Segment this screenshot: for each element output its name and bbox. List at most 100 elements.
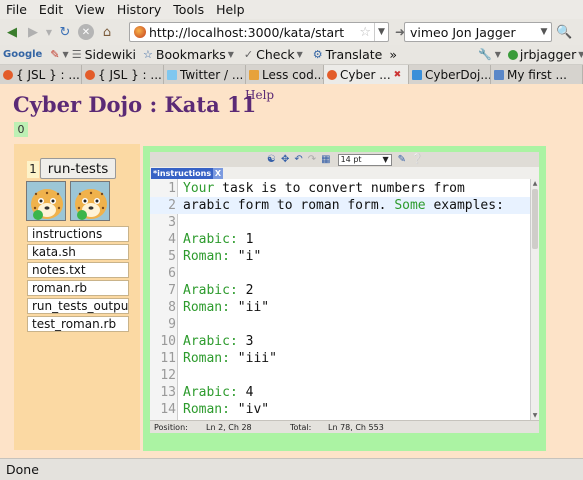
binoculars-icon[interactable]: ☯ <box>267 154 276 165</box>
redo-icon[interactable]: ↷ <box>308 154 316 165</box>
editor-tab[interactable]: *instructions X <box>151 168 223 179</box>
menu-history[interactable]: History <box>117 2 161 17</box>
home-icon[interactable]: ⌂ <box>98 23 116 41</box>
line-number: 5 <box>168 249 176 264</box>
close-icon[interactable]: ✖ <box>394 70 402 80</box>
toolbar-dropdown-icon[interactable]: ▼ <box>63 50 69 59</box>
search-icon[interactable]: 🔍 <box>556 25 572 40</box>
code-line: 9 <box>150 316 530 333</box>
menu-view[interactable]: View <box>75 2 105 17</box>
check-button[interactable]: ✓ Check ▼ <box>244 47 306 62</box>
file-notes-txt[interactable]: notes.txt <box>27 262 129 278</box>
back-icon[interactable]: ◀ <box>3 23 21 41</box>
search-bar[interactable]: vimeo Jon Jagger ▼ <box>404 22 552 42</box>
tab-less-code[interactable]: Less cod... <box>246 65 324 84</box>
edit-icon[interactable]: ✎ <box>398 154 406 165</box>
wrench-icon[interactable]: 🔧 <box>478 48 492 61</box>
font-size-select[interactable]: 14 pt ▼ <box>337 153 392 166</box>
check-label: Check <box>256 47 295 62</box>
code-line: 3 <box>150 214 530 231</box>
line-number: 13 <box>160 385 176 400</box>
code-line: 5 Roman: "i" <box>150 248 530 265</box>
code-editor[interactable]: 1 Your task is to convert numbers from 2 ar… <box>150 179 530 420</box>
left-panel: 1 run-tests instructions kata.sh notes.t… <box>14 144 140 450</box>
tab-cyberdojo[interactable]: CyberDoj... <box>409 65 491 84</box>
keyword: Arabic: <box>183 334 238 349</box>
line-number: 4 <box>168 232 176 247</box>
tab-label: Less cod... <box>262 67 324 82</box>
menu-file[interactable]: File <box>6 2 27 17</box>
bookmarks-button[interactable]: ☆ Bookmarks ▼ <box>143 47 237 62</box>
goto-icon[interactable]: ✥ <box>281 154 289 165</box>
url-input[interactable]: http://localhost:3000/kata/start <box>149 25 359 40</box>
toolbar-options-icon[interactable]: ☰ <box>72 48 82 61</box>
line-text: Arabic: 2 <box>183 282 253 299</box>
tab-cyber-dojo-active[interactable]: Cyber ... ✖ <box>324 65 409 84</box>
code-line: 14 Roman: "iv" <box>150 401 530 418</box>
line-text: Roman: "i" <box>183 248 261 265</box>
tab-my-first[interactable]: My first ... <box>491 65 583 84</box>
file-test-roman-rb[interactable]: test_roman.rb <box>27 316 129 332</box>
close-icon[interactable]: X <box>213 168 223 179</box>
url-bar[interactable]: http://localhost:3000/kata/start ☆ ▼ <box>129 22 389 42</box>
code-line: 8 Roman: "ii" <box>150 299 530 316</box>
scroll-down-icon[interactable]: ▼ <box>531 411 539 420</box>
editor-scrollbar[interactable]: ▲ ▼ <box>530 179 539 420</box>
user-name[interactable]: jrbjagger <box>520 47 576 62</box>
editor-status-bar: Position: Ln 2, Ch 28 Total: Ln 78, Ch 5… <box>150 420 539 433</box>
tab-bar: { JSL } : ... { JSL } : ... Twitter / ..… <box>0 65 583 84</box>
page-content: Cyber Dojo : Kata 11 Help 0 1 run-tests <box>0 84 583 458</box>
bookmark-star-icon[interactable]: ☆ <box>359 25 371 40</box>
reload-icon[interactable]: ↻ <box>56 23 74 41</box>
run-tests-button[interactable]: run-tests <box>40 158 116 179</box>
star-icon: ☆ <box>143 48 153 61</box>
sidewiki-label: Sidewiki <box>84 47 137 62</box>
tab-favicon-icon <box>85 69 95 80</box>
more-chevron[interactable]: » <box>389 47 397 62</box>
line-text: Roman: "iii" <box>183 350 277 367</box>
history-dropdown-icon[interactable]: ▼ <box>45 23 53 41</box>
site-favicon-icon <box>134 26 146 38</box>
file-instructions[interactable]: instructions <box>27 226 129 242</box>
line-number: 9 <box>168 317 176 332</box>
tab-twitter[interactable]: Twitter / ... <box>164 65 246 84</box>
undo-icon[interactable]: ↶ <box>294 154 302 165</box>
scroll-up-icon[interactable]: ▲ <box>531 179 539 188</box>
file-run-tests-output[interactable]: run_tests_output <box>27 298 129 314</box>
text: "i" <box>229 249 262 264</box>
url-dropdown-icon[interactable]: ▼ <box>374 23 388 41</box>
toolbar-tools-icon[interactable]: ✎ <box>50 48 59 61</box>
menu-tools[interactable]: Tools <box>173 2 204 17</box>
keyword: Some <box>394 198 426 213</box>
chevron-down-icon[interactable]: ▼ <box>578 50 583 59</box>
keyword: Roman: <box>183 351 230 366</box>
translate-icon: ⚙ <box>312 48 323 61</box>
search-input[interactable]: vimeo Jon Jagger <box>405 25 537 40</box>
text: "iv" <box>229 402 270 417</box>
total-value: Ln 78, Ch 553 <box>328 423 384 432</box>
help-icon[interactable]: ❔ <box>411 154 423 165</box>
tab-favicon-icon <box>494 69 504 80</box>
toolbar-user: 🔧 ▼ jrbjagger ▼ <box>478 47 583 62</box>
file-roman-rb[interactable]: roman.rb <box>27 280 129 296</box>
font-size-value: 14 pt <box>340 155 362 164</box>
menu-bar: File Edit View History Tools Help <box>0 0 583 19</box>
help-link[interactable]: Help <box>245 88 274 102</box>
line-text: Your task is to convert numbers from <box>183 180 465 197</box>
stop-icon[interactable]: ✕ <box>77 23 95 41</box>
menu-help[interactable]: Help <box>216 2 245 17</box>
tab-jsl-2[interactable]: { JSL } : ... <box>82 65 164 84</box>
sidewiki-button[interactable]: Sidewiki <box>85 47 136 62</box>
position-value: Ln 2, Ch 28 <box>206 423 252 432</box>
google-toolbar-logo[interactable]: Google <box>3 49 42 60</box>
translate-button[interactable]: ⚙ Translate <box>313 47 383 62</box>
run-count: 1 <box>27 161 39 178</box>
fullscreen-icon[interactable]: ▦ <box>321 154 330 165</box>
menu-edit[interactable]: Edit <box>39 2 63 17</box>
forward-icon[interactable]: ▶ <box>24 23 42 41</box>
file-kata-sh[interactable]: kata.sh <box>27 244 129 260</box>
chevron-down-icon[interactable]: ▼ <box>495 50 501 59</box>
tab-jsl-1[interactable]: { JSL } : ... <box>0 65 82 84</box>
scrollbar-thumb[interactable] <box>532 189 538 249</box>
search-dropdown-icon[interactable]: ▼ <box>537 27 551 37</box>
